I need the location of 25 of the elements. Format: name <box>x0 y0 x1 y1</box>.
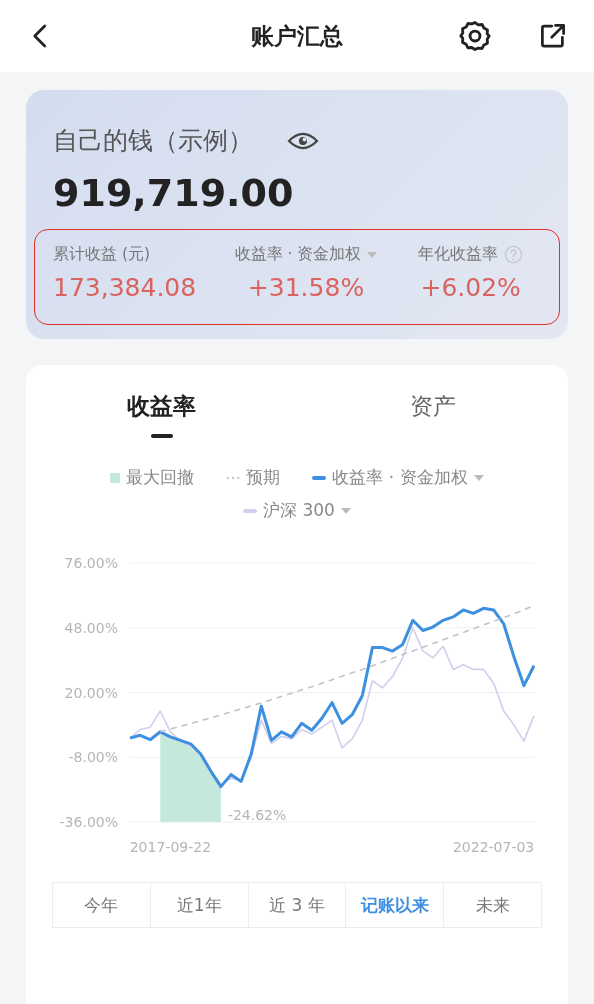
x-axis-label: 2022-07-03 <box>452 839 535 855</box>
legend-label[interactable]: 收益率 · 资金加权 <box>332 466 468 489</box>
stat-value: +31.58% <box>247 273 365 302</box>
stat-value: +6.02% <box>420 273 521 302</box>
drawdown-label: -24.62% <box>227 807 287 823</box>
page-title: 账户汇总 <box>250 21 344 51</box>
legend-label[interactable]: 预期 <box>246 466 281 489</box>
legend-label[interactable]: 沪深 300 <box>263 499 335 522</box>
y-axis-label: -36.00% <box>59 814 118 830</box>
y-axis-label: -8.00% <box>68 749 118 766</box>
legend-label[interactable]: 最大回撤 <box>126 466 195 489</box>
eye-icon[interactable] <box>287 130 319 151</box>
stat-label: 收益率 · 资金加权 <box>234 244 362 265</box>
y-axis-label: 76.00% <box>64 555 118 571</box>
account-name: 自己的钱（示例） <box>53 125 253 157</box>
stat-value: 173,384.08 <box>53 273 198 302</box>
x-axis-label: 2017-09-22 <box>129 839 212 855</box>
settings-icon[interactable] <box>458 19 492 53</box>
total-amount: 919,719.00 <box>52 171 295 215</box>
y-axis-label: 48.00% <box>64 619 118 636</box>
stat-label: 累计收益 (元) <box>53 244 151 265</box>
stat-label: 年化收益率 <box>418 244 499 265</box>
y-axis-label: 20.00% <box>64 684 118 701</box>
tab[interactable]: 资产 <box>399 387 466 426</box>
tab[interactable]: 收益率 <box>117 387 206 426</box>
